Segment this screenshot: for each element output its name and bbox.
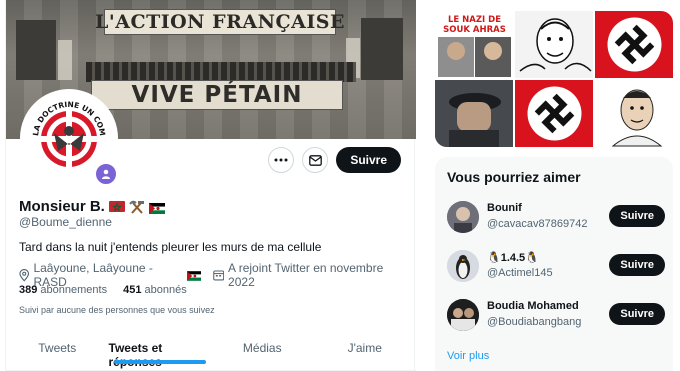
suggestion-item[interactable]: 🐧1.4.5🐧 @Actimel145 Suivre bbox=[447, 248, 665, 288]
morocco-flag-icon bbox=[108, 201, 125, 212]
avatar[interactable] bbox=[447, 299, 479, 331]
tab-label: Tweets bbox=[38, 341, 77, 355]
suggestion-name: Boudia Mohamed bbox=[487, 300, 579, 312]
tab-label: Médias bbox=[242, 341, 282, 355]
banner-window bbox=[16, 20, 56, 80]
media-thumb[interactable]: LE NAZI DE SOUK AHRAS bbox=[435, 11, 513, 78]
calendar-icon bbox=[212, 270, 224, 281]
active-tab-indicator bbox=[113, 360, 206, 364]
media-thumb[interactable] bbox=[595, 80, 673, 147]
sahrawi-flag-icon bbox=[187, 270, 202, 281]
thumb-caption: LE NAZI DE bbox=[448, 15, 501, 25]
suggestion-name: 🐧1.4.5🐧 bbox=[487, 252, 539, 264]
sahrawi-flag-icon bbox=[148, 201, 165, 214]
name-row: Monsieur B. bbox=[19, 198, 165, 215]
banner-window bbox=[361, 18, 403, 80]
media-thumb[interactable] bbox=[595, 11, 673, 78]
suggestion-handle: @cavacav87869742 bbox=[487, 218, 588, 230]
following-count: 389 bbox=[19, 284, 38, 296]
followers-count: 451 bbox=[123, 284, 142, 296]
audio-space-badge-icon[interactable] bbox=[94, 162, 118, 186]
joined-item: A rejoint Twitter en novembre 2022 bbox=[212, 261, 404, 289]
followers-label: abonnés bbox=[144, 284, 187, 296]
who-to-follow-panel: Vous pourriez aimer Bounif @cavacav87869… bbox=[435, 157, 673, 371]
profile-actions: Suivre bbox=[268, 147, 401, 173]
display-name: Monsieur B. bbox=[19, 198, 105, 215]
followed-by-note: Suivi par aucune des personnes que vous … bbox=[19, 305, 215, 315]
suggestion-handle: @Actimel145 bbox=[487, 267, 553, 279]
profile-bio: Tard dans la nuit j'entends pleurer les … bbox=[19, 240, 322, 254]
suggestions-title: Vous pourriez aimer bbox=[447, 169, 581, 185]
location-pin-icon bbox=[19, 268, 30, 282]
follow-button[interactable]: Suivre bbox=[609, 205, 665, 227]
avatar[interactable] bbox=[447, 201, 479, 233]
message-button[interactable] bbox=[302, 147, 329, 173]
follow-button[interactable]: Suivre bbox=[609, 303, 665, 325]
tab-media[interactable]: Médias bbox=[211, 326, 314, 370]
tab-tweets-replies[interactable]: Tweets et réponses bbox=[109, 326, 212, 370]
hammer-pick-icon bbox=[129, 200, 145, 214]
banner-balcony-crowd bbox=[86, 62, 356, 82]
suggestion-item[interactable]: Bounif @cavacav87869742 Suivre bbox=[447, 199, 665, 239]
follow-counts: 389 abonnements 451 abonnés bbox=[19, 284, 187, 296]
avatar[interactable] bbox=[447, 250, 479, 282]
followers-link[interactable]: 451 abonnés bbox=[123, 284, 187, 296]
media-thumb[interactable] bbox=[515, 11, 593, 78]
tab-likes[interactable]: J'aime bbox=[314, 326, 417, 370]
banner-sign-top: L'ACTION FRANÇAISE bbox=[95, 9, 345, 35]
profile-column: L'ACTION FRANÇAISE VIVE PÉTAIN LA DOCTRI… bbox=[5, 0, 416, 371]
banner-flag bbox=[58, 40, 72, 80]
tab-tweets[interactable]: Tweets bbox=[6, 326, 109, 370]
suggestion-handle: @Boudiabangbang bbox=[487, 316, 582, 328]
more-options-button[interactable] bbox=[268, 147, 295, 173]
more-dots-icon bbox=[274, 158, 288, 162]
follow-button[interactable]: Suivre bbox=[609, 254, 665, 276]
joined-text: A rejoint Twitter en novembre 2022 bbox=[228, 261, 384, 289]
media-thumb[interactable] bbox=[515, 80, 593, 147]
tab-label: J'aime bbox=[347, 341, 382, 355]
follow-button[interactable]: Suivre bbox=[336, 147, 401, 173]
banner-sign-bottom: VIVE PÉTAIN bbox=[91, 80, 343, 110]
following-label: abonnements bbox=[40, 284, 108, 296]
tab-label: Tweets et réponses bbox=[108, 341, 163, 369]
profile-handle: @Boume_dienne bbox=[19, 215, 112, 229]
profile-tabs: Tweets Tweets et réponses Médias J'aime bbox=[6, 326, 416, 371]
envelope-icon bbox=[308, 154, 322, 166]
following-link[interactable]: 389 abonnements bbox=[19, 284, 107, 296]
media-grid: LE NAZI DE SOUK AHRAS bbox=[435, 11, 673, 147]
thumb-caption: SOUK AHRAS bbox=[443, 25, 506, 35]
suggestion-name: Bounif bbox=[487, 202, 522, 214]
suggestion-item[interactable]: Boudia Mohamed @Boudiabangbang Suivre bbox=[447, 297, 665, 337]
see-more-link[interactable]: Voir plus bbox=[447, 350, 489, 362]
media-thumb[interactable] bbox=[435, 80, 513, 147]
